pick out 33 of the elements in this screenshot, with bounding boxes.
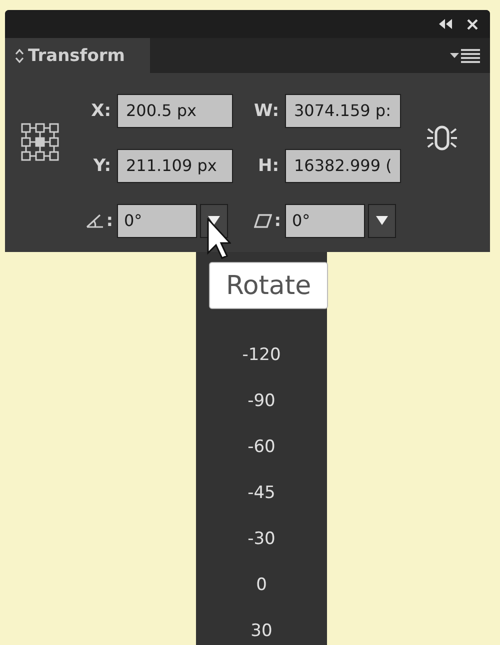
dropdown-item[interactable]: 0: [256, 575, 267, 595]
dropdown-item[interactable]: -60: [248, 437, 276, 457]
dropdown-button[interactable]: [368, 204, 396, 238]
collapse-icon[interactable]: [439, 19, 453, 29]
dropdown-item[interactable]: -120: [242, 345, 281, 365]
reference-point-icon[interactable]: [20, 122, 60, 162]
tooltip: Rotate: [209, 262, 328, 309]
expand-icon: [15, 48, 24, 62]
dropdown-item[interactable]: -45: [248, 483, 276, 503]
field-label: H:: [258, 156, 280, 176]
value-field[interactable]: 3074.159 p:: [285, 94, 401, 128]
value-field[interactable]: 200.5 px: [117, 94, 233, 128]
angle-field[interactable]: 0°: [285, 204, 365, 238]
dropdown-item[interactable]: 30: [250, 621, 272, 641]
angle-icon: [86, 214, 104, 228]
caret-icon: [376, 216, 388, 225]
value-field[interactable]: 211.109 px: [117, 148, 233, 182]
link-icon[interactable]: [424, 123, 458, 153]
pointer-icon: [207, 218, 231, 260]
value-field[interactable]: 16382.999 (: [285, 148, 401, 182]
field-label: :: [274, 210, 281, 230]
menu-icon[interactable]: [450, 48, 480, 62]
dropdown-item[interactable]: -30: [248, 529, 276, 549]
close-icon[interactable]: [467, 18, 478, 30]
parallelogram-icon: [254, 214, 272, 228]
field-label: :: [106, 210, 113, 230]
field-label: W:: [254, 100, 280, 120]
dropdown-item[interactable]: -90: [248, 391, 276, 411]
angle-field[interactable]: 0°: [117, 204, 197, 238]
field-label: Y:: [93, 156, 112, 176]
field-label: X:: [91, 100, 112, 120]
panel-tab[interactable]: Transform: [5, 38, 150, 73]
caret-icon: [208, 216, 220, 225]
